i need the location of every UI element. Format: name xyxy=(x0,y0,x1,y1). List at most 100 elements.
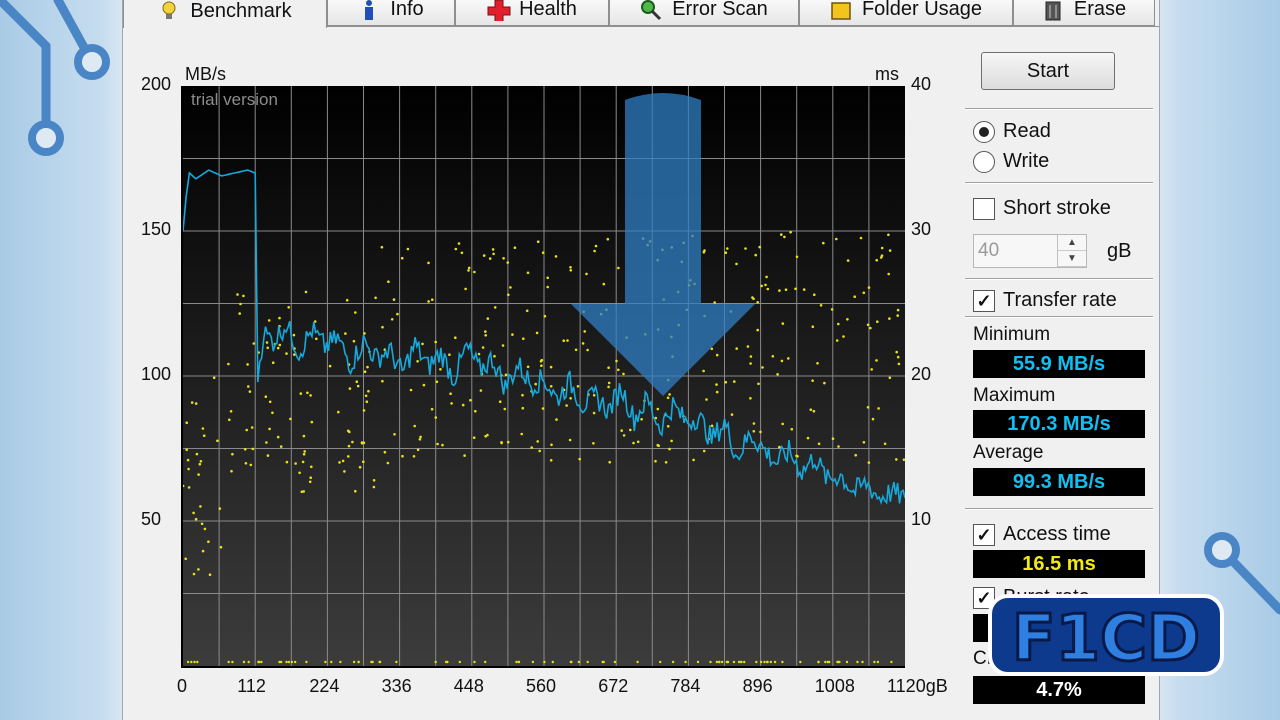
access-time-point xyxy=(896,355,900,359)
access-time-point xyxy=(535,331,539,335)
write-radio[interactable]: Write xyxy=(973,150,1049,173)
access-time-point xyxy=(212,376,216,380)
transfer-rate-label: Transfer rate xyxy=(1003,289,1117,311)
access-time-point xyxy=(354,311,357,314)
access-time-point xyxy=(412,455,416,458)
access-time-point xyxy=(842,335,845,338)
access-time-point xyxy=(306,391,309,395)
maximum-label: Maximum xyxy=(973,385,1056,406)
access-time-point xyxy=(292,333,296,337)
tab-folder-usage[interactable]: Folder Usage xyxy=(799,0,1013,26)
access-time-point xyxy=(287,660,291,664)
access-time-point xyxy=(824,660,827,664)
transfer-rate-checkbox[interactable]: ✓ Transfer rate xyxy=(973,289,1117,312)
access-time-point xyxy=(434,416,438,419)
access-time-point xyxy=(569,397,572,400)
access-time-point xyxy=(781,422,784,426)
access-time-point xyxy=(491,248,495,251)
access-time-point xyxy=(550,443,553,447)
access-time-point xyxy=(279,445,283,448)
separator xyxy=(965,108,1153,110)
access-time-point xyxy=(244,462,248,465)
access-time-point xyxy=(795,255,799,259)
access-time-point xyxy=(441,443,444,447)
short-stroke-checkbox[interactable]: Short stroke xyxy=(973,197,1111,220)
access-time-checkbox[interactable]: ✓ Access time xyxy=(973,523,1111,546)
info-icon xyxy=(358,0,380,21)
tab-error-scan[interactable]: Error Scan xyxy=(609,0,799,26)
access-time-point xyxy=(713,301,716,304)
access-time-point xyxy=(887,233,890,237)
access-time-point xyxy=(431,298,434,301)
access-time-point xyxy=(543,314,547,318)
access-time-point xyxy=(875,359,878,362)
access-time-point xyxy=(617,368,620,372)
access-time-point xyxy=(473,270,476,274)
access-time-point xyxy=(875,258,878,262)
right-tick-label: 20 xyxy=(911,364,932,384)
access-time-point xyxy=(902,458,905,461)
checkbox-box xyxy=(973,197,995,220)
access-time-point xyxy=(484,660,487,664)
access-time-point xyxy=(569,266,572,269)
access-time-point xyxy=(266,454,270,457)
access-time-point xyxy=(715,353,719,357)
access-time-point xyxy=(187,486,191,489)
minimum-label: Minimum xyxy=(973,324,1051,345)
access-time-point xyxy=(794,287,797,291)
tab-erase[interactable]: Erase xyxy=(1013,0,1155,26)
access-time-point xyxy=(710,424,714,428)
access-time-point xyxy=(867,286,871,289)
access-time-point xyxy=(816,362,819,365)
short-stroke-unit: gB xyxy=(1107,240,1132,262)
access-time-point xyxy=(310,465,313,469)
right-axis-unit: ms xyxy=(875,64,899,84)
access-time-point xyxy=(184,557,187,561)
access-time-point xyxy=(602,282,606,286)
access-time-point xyxy=(330,660,333,664)
access-time-point xyxy=(576,385,580,388)
access-time-point xyxy=(202,434,206,438)
access-time-point xyxy=(401,454,404,458)
access-time-point xyxy=(227,362,230,366)
access-time-point xyxy=(207,540,210,543)
access-time-point xyxy=(363,332,366,335)
tab-benchmark[interactable]: Benchmark xyxy=(123,0,327,28)
access-time-point xyxy=(837,445,840,448)
access-time-point xyxy=(265,341,269,344)
access-time-point xyxy=(299,392,303,395)
start-button[interactable]: Start xyxy=(981,52,1115,90)
health-cross-icon xyxy=(487,0,511,22)
access-time-point xyxy=(201,427,205,430)
stepper-down-icon[interactable]: ▼ xyxy=(1058,251,1086,267)
access-time-point xyxy=(507,293,510,297)
read-label: Read xyxy=(1003,120,1051,142)
tab-info[interactable]: Info xyxy=(327,0,455,26)
access-time-point xyxy=(581,342,585,345)
access-time-point xyxy=(873,660,876,664)
access-time-point xyxy=(540,358,544,362)
access-time-point xyxy=(383,450,387,454)
access-time-point xyxy=(578,457,581,461)
left-tick-label: 100 xyxy=(141,364,172,384)
access-time-point xyxy=(246,363,249,366)
short-stroke-stepper[interactable]: 40 ▲ ▼ xyxy=(973,234,1087,268)
checkbox-check-icon: ✓ xyxy=(973,289,995,312)
access-time-point xyxy=(247,385,250,388)
access-time-point xyxy=(298,471,301,475)
access-time-point xyxy=(513,246,517,249)
access-time-point xyxy=(867,461,871,464)
access-time-point xyxy=(185,448,188,452)
access-time-point xyxy=(888,376,892,380)
access-time-point xyxy=(248,390,252,393)
access-time-point xyxy=(583,330,586,333)
access-time-point xyxy=(458,660,461,664)
access-time-point xyxy=(351,440,354,444)
stepper-up-icon[interactable]: ▲ xyxy=(1058,235,1086,251)
read-radio[interactable]: Read xyxy=(973,120,1051,143)
access-time-point xyxy=(506,261,510,264)
tab-health[interactable]: Health xyxy=(455,0,609,26)
access-time-point xyxy=(819,304,823,307)
access-time-point xyxy=(473,660,476,664)
magnifier-icon xyxy=(640,0,662,21)
